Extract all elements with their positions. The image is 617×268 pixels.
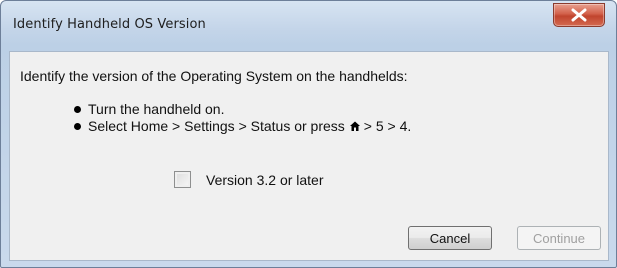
bullet-item: Select Home > Settings > Status or press… [74, 118, 411, 134]
version-checkbox-row[interactable]: Version 3.2 or later [174, 171, 324, 188]
bullet-text: Select Home > Settings > Status or press [88, 118, 345, 134]
title-bar[interactable]: Identify Handheld OS Version [1, 1, 616, 45]
close-button[interactable] [553, 3, 605, 27]
cancel-button[interactable]: Cancel [408, 226, 492, 250]
bullet-text: Turn the handheld on. [88, 101, 225, 117]
window-title: Identify Handheld OS Version [13, 17, 206, 32]
bullet-icon [74, 122, 81, 130]
close-x-icon [571, 8, 587, 22]
home-icon [349, 121, 360, 131]
bullet-item: Turn the handheld on. [74, 101, 224, 117]
bullet-icon [74, 105, 81, 113]
version-checkbox[interactable] [174, 171, 191, 188]
bullet-text: > 5 > 4. [363, 118, 412, 134]
version-checkbox-label[interactable]: Version 3.2 or later [206, 172, 324, 188]
instruction-text: Identify the version of the Operating Sy… [20, 68, 408, 84]
dialog-window: Identify Handheld OS Version Identify th… [0, 0, 617, 268]
dialog-content: Identify the version of the Operating Sy… [9, 51, 609, 261]
continue-button[interactable]: Continue [517, 226, 601, 250]
